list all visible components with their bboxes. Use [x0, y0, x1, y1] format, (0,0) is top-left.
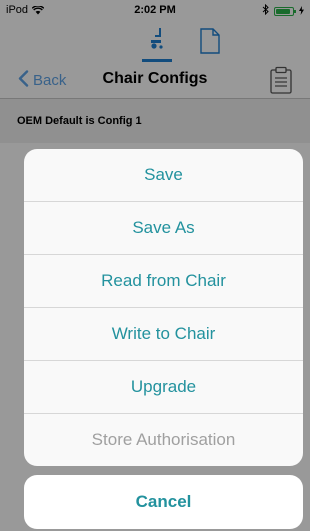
read-from-chair-button[interactable]: Read from Chair: [24, 255, 303, 308]
action-sheet: Save Save As Read from Chair Write to Ch…: [24, 149, 303, 466]
write-to-chair-button[interactable]: Write to Chair: [24, 308, 303, 361]
upgrade-button[interactable]: Upgrade: [24, 361, 303, 414]
store-authorisation-button: Store Authorisation: [91, 430, 236, 449]
save-as-button[interactable]: Save As: [24, 202, 303, 255]
cancel-button[interactable]: Cancel: [24, 475, 303, 529]
save-button[interactable]: Save: [24, 149, 303, 202]
